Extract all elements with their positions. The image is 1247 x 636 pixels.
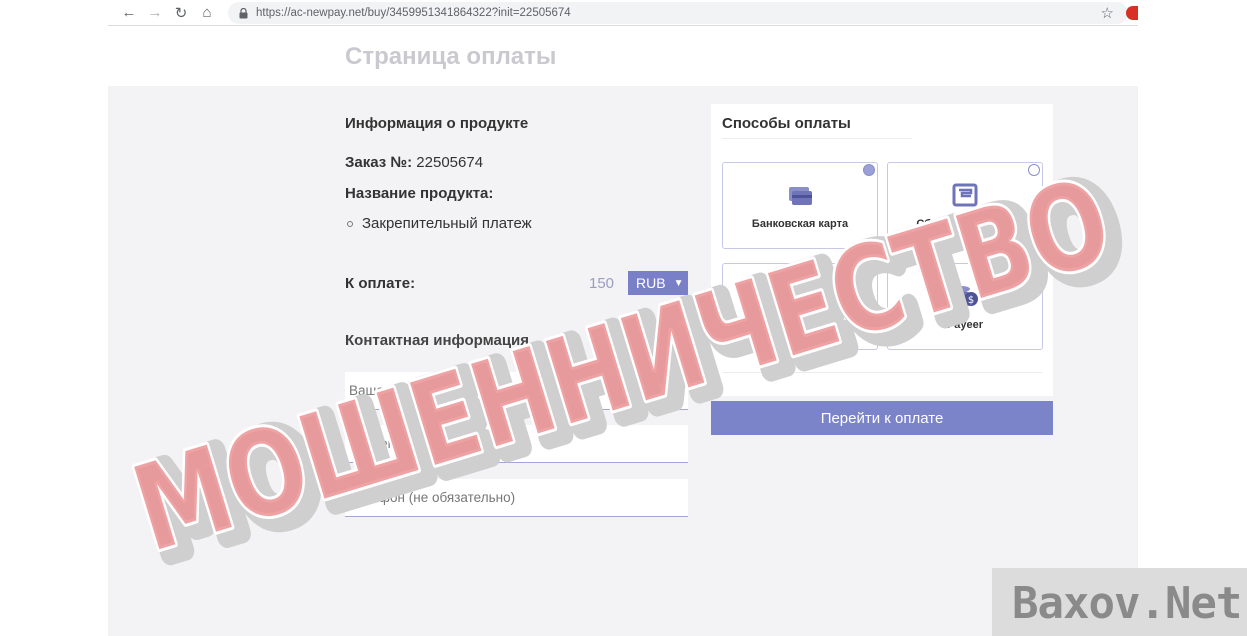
back-arrow-icon[interactable]: ← [116, 1, 142, 25]
sberbank-icon [950, 181, 980, 209]
product-section-title: Информация о продукте [345, 115, 529, 132]
radio-unselected[interactable] [1028, 164, 1040, 176]
divider [722, 372, 1042, 373]
currency-select[interactable]: RUB ▼ [628, 271, 688, 295]
name-input[interactable] [345, 372, 688, 410]
email-input[interactable] [345, 425, 688, 463]
payment-methods-title: Способы оплаты [722, 115, 851, 132]
browser-toolbar: ← → ↻ ⌂ https://ac-newpay.net/buy/345995… [108, 0, 1138, 26]
caret-down-icon: ▼ [673, 277, 684, 289]
coins-icon: $ [950, 282, 980, 310]
product-item-text: Закрепительный платеж [362, 215, 532, 232]
payment-methods-panel: Способы оплаты Банковская карта Сбербанк… [711, 104, 1053, 396]
watermark-logo: Baxov.Net [1012, 578, 1242, 629]
lock-icon [238, 7, 248, 19]
currency-value: RUB [636, 275, 666, 291]
url-text: https://ac-newpay.net/buy/34599513418643… [256, 6, 571, 19]
payment-method-sberbank[interactable]: Сбербанк Онлайн [887, 162, 1043, 249]
proceed-to-payment-button[interactable]: Перейти к оплате [711, 401, 1053, 435]
payment-method-label: Payeer [946, 319, 984, 331]
page-title: Страница оплаты [345, 43, 557, 70]
crypto-wallet-icon [785, 282, 815, 310]
payment-method-bank-card[interactable]: Банковская карта [722, 162, 878, 249]
main-content: Информация о продукте Заказ №: 22505674 … [108, 86, 1138, 636]
page-header: Страница оплаты [108, 27, 1138, 86]
forward-arrow-icon[interactable]: → [142, 1, 168, 25]
radio-selected[interactable] [863, 164, 875, 176]
radio-unselected[interactable] [1028, 265, 1040, 277]
order-line: Заказ №: 22505674 [345, 154, 483, 171]
divider [722, 138, 912, 139]
amount-value: 150 [589, 275, 615, 292]
payment-method-payeer[interactable]: $ Payeer [887, 263, 1043, 350]
phone-input[interactable] [345, 479, 688, 517]
payment-method-label: Банковская карта [751, 218, 849, 230]
product-item: Закрепительный платеж [347, 215, 532, 232]
to-pay-label: К оплате: [345, 275, 416, 292]
home-icon[interactable]: ⌂ [194, 1, 220, 25]
product-name-label: Название продукта: [345, 185, 494, 202]
order-number: 22505674 [416, 154, 484, 171]
order-label: Заказ №: [345, 154, 413, 171]
svg-text:$: $ [968, 295, 974, 306]
bank-card-icon [785, 181, 815, 209]
payment-method-label: Криптовалюты [758, 319, 842, 331]
bullet-icon [347, 220, 353, 227]
extension-icon[interactable] [1126, 6, 1138, 20]
bookmark-star-icon[interactable]: ☆ [1101, 4, 1114, 22]
screenshot: ← → ↻ ⌂ https://ac-newpay.net/buy/345995… [0, 0, 1247, 636]
reload-icon[interactable]: ↻ [168, 1, 194, 25]
payment-method-crypto[interactable]: Криптовалюты [722, 263, 878, 350]
browser-nav: ← → ↻ ⌂ [108, 1, 220, 25]
payment-method-label: Сбербанк Онлайн [916, 218, 1014, 230]
contact-section-title: Контактная информация [345, 332, 530, 349]
address-bar[interactable]: https://ac-newpay.net/buy/34599513418643… [228, 1, 1128, 24]
radio-unselected[interactable] [863, 265, 875, 277]
